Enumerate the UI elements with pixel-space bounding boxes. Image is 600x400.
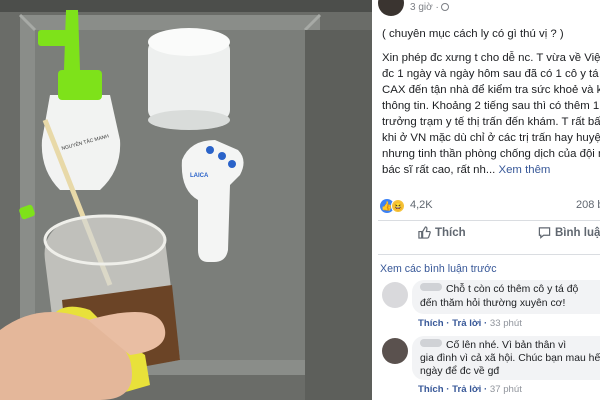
comment-line: ngày để đc về gđ xyxy=(420,366,500,377)
comment-like-link[interactable]: Thích xyxy=(418,384,444,395)
post-text: ( chuyên mục cách ly có gì thú vị ? ) Xi… xyxy=(382,26,600,178)
post-line: trưởng trạm y tế thị trấn đến khám. T rấ… xyxy=(382,116,600,128)
avatar[interactable] xyxy=(382,338,408,364)
globe-icon xyxy=(440,3,449,11)
post-line: đc 1 ngày và ngày hôm sau đã có 1 cô y t… xyxy=(382,68,600,80)
reactions-bar: 👍 😆 4,2K 208 bì xyxy=(380,198,600,214)
comment-actions: Thích · Trả lời · 33 phút xyxy=(418,318,522,329)
commenter-name-redacted[interactable] xyxy=(420,283,442,291)
comment-time[interactable]: 33 phút xyxy=(490,318,522,329)
avatar[interactable] xyxy=(378,0,404,16)
share-count[interactable]: 208 bì xyxy=(576,199,600,211)
avatar[interactable] xyxy=(382,282,408,308)
post-panel: 3 giờ · ( chuyên mục cách ly có gì thú v… xyxy=(372,0,600,400)
haha-reaction-icon[interactable]: 😆 xyxy=(391,199,405,213)
post-line: khi ở VN mặc dù chỉ ở các trị trấn hay h… xyxy=(382,132,600,144)
comment-bubble: Cố lên nhé. Vì bản thân vì gia đình vì c… xyxy=(412,336,600,380)
post-header: 3 giờ · xyxy=(372,0,600,18)
comment-icon xyxy=(538,227,551,239)
post-time[interactable]: 3 giờ · xyxy=(410,2,449,13)
post-line-last: bác sĩ rất cao, rất nh... Xem thêm xyxy=(382,162,600,178)
post-line: ( chuyên mục cách ly có gì thú vị ? ) xyxy=(382,28,564,40)
comment-line: Chỗ t còn có thêm cô y tá độ xyxy=(446,284,579,295)
post-line: bác sĩ rất cao, rất nh... xyxy=(382,164,496,176)
reaction-count[interactable]: 4,2K xyxy=(410,199,433,211)
comment-line: đến thăm hỏi thường xuyên cơ! xyxy=(420,298,566,309)
post-line: nhưng tinh thần phòng chống dịch của đội… xyxy=(382,148,600,160)
comment-line: gia đình vì cả xã hội. Chúc bạn mau hết … xyxy=(420,353,600,364)
see-more-link[interactable]: Xem thêm xyxy=(499,164,551,176)
comment-reply-link[interactable]: Trả lời xyxy=(452,384,481,395)
like-button-label: Thích xyxy=(435,227,466,239)
cotton-roll xyxy=(148,28,230,130)
post-line: Xin phép đc xưng t cho dễ nc. T vừa về V… xyxy=(382,52,600,64)
post-line xyxy=(382,42,600,50)
photo-scene: LAICA NGUYÊN TẮC MANH xyxy=(0,0,372,400)
post-line: thông tin. Khoảng 2 tiếng sau thì có thê… xyxy=(382,100,600,112)
view-previous-comments-link[interactable]: Xem các bình luận trước xyxy=(380,263,497,275)
thermometer-brand: LAICA xyxy=(190,173,209,179)
post-photo[interactable]: LAICA NGUYÊN TẮC MANH xyxy=(0,0,372,400)
post-line: CAX đến tận nhà để kiểm tra sức khoẻ và … xyxy=(382,84,600,96)
like-button[interactable]: Thích xyxy=(418,226,466,248)
divider xyxy=(378,254,600,255)
divider xyxy=(378,220,600,221)
comment-bubble: Chỗ t còn có thêm cô y tá độ đến thăm hỏ… xyxy=(412,280,600,314)
comment-button-label: Bình luận xyxy=(555,227,600,239)
comment-button[interactable]: Bình luận xyxy=(538,226,600,248)
commenter-name-redacted[interactable] xyxy=(420,339,442,347)
post-time-text: 3 giờ xyxy=(410,2,433,13)
comment-time[interactable]: 37 phút xyxy=(490,384,522,395)
comment-line: Cố lên nhé. Vì bản thân vì xyxy=(446,340,567,351)
comment-actions: Thích · Trả lời · 37 phút xyxy=(418,384,522,395)
comment-reply-link[interactable]: Trả lời xyxy=(452,318,481,329)
thumbs-up-icon xyxy=(418,226,431,239)
comment-like-link[interactable]: Thích xyxy=(418,318,444,329)
